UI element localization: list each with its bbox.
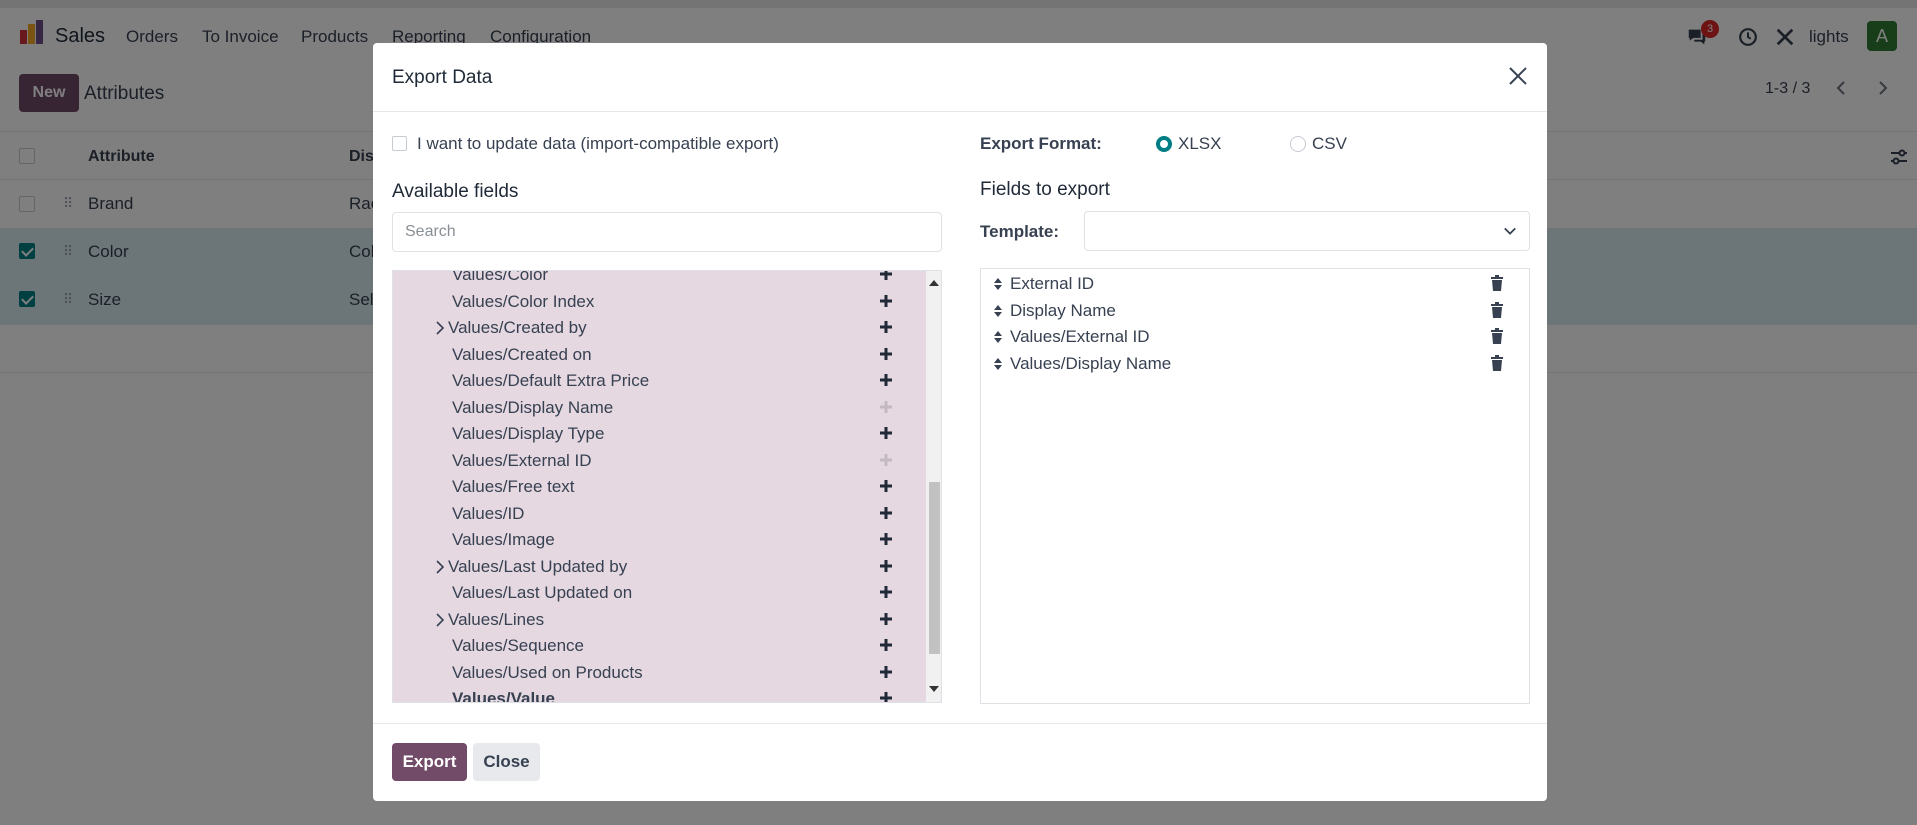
export-field-row[interactable]: Display Name bbox=[981, 298, 1529, 324]
field-row[interactable]: Values/Free text bbox=[393, 474, 926, 500]
field-label: Values/Created on bbox=[452, 344, 592, 364]
chevron-right-icon[interactable] bbox=[434, 611, 446, 629]
export-field-label: Values/Display Name bbox=[1010, 353, 1172, 373]
reorder-icon[interactable] bbox=[993, 276, 1003, 292]
field-label: Values/Last Updated on bbox=[452, 583, 633, 602]
trash-icon[interactable] bbox=[1490, 301, 1504, 318]
add-field-icon[interactable] bbox=[878, 270, 894, 282]
field-row[interactable]: Values/Sequence bbox=[393, 633, 926, 659]
field-row[interactable]: Values/Default Extra Price bbox=[393, 368, 926, 394]
field-label: Values/Color Index bbox=[452, 291, 595, 311]
field-row[interactable]: Values/Display Type bbox=[393, 421, 926, 447]
add-field-icon[interactable] bbox=[878, 584, 894, 600]
scroll-down-icon[interactable] bbox=[929, 685, 939, 693]
chevron-right-icon[interactable] bbox=[434, 558, 446, 576]
format-csv-label[interactable]: CSV bbox=[1312, 134, 1347, 154]
field-label: Values/Default Extra Price bbox=[452, 371, 650, 390]
field-row[interactable]: Values/Lines bbox=[393, 607, 926, 633]
chevron-right-icon[interactable] bbox=[434, 319, 446, 337]
add-field-icon[interactable] bbox=[878, 505, 894, 521]
add-field-icon[interactable] bbox=[878, 558, 894, 574]
field-row[interactable]: Values/Image bbox=[393, 527, 926, 553]
modal-footer bbox=[373, 723, 1547, 801]
close-icon[interactable] bbox=[1505, 63, 1531, 89]
format-csv-radio[interactable] bbox=[1290, 136, 1306, 152]
export-field-label: Display Name bbox=[1010, 300, 1116, 320]
trash-icon[interactable] bbox=[1490, 275, 1504, 291]
add-field-icon[interactable] bbox=[878, 319, 894, 335]
trash-icon[interactable] bbox=[1490, 328, 1504, 344]
field-label: Values/External ID bbox=[452, 450, 592, 470]
field-row[interactable]: Values/Last Updated by bbox=[393, 554, 926, 580]
close-button[interactable]: Close bbox=[473, 743, 540, 781]
export-data-dialog: Export Data I want to update data (impor… bbox=[373, 43, 1547, 801]
export-field-label: Values/External ID bbox=[1010, 327, 1150, 346]
add-field-icon[interactable] bbox=[878, 399, 894, 415]
format-xlsx-radio[interactable] bbox=[1156, 136, 1172, 152]
export-format-label: Export Format: bbox=[980, 134, 1102, 153]
field-label: Values/ID bbox=[452, 503, 525, 523]
reorder-icon[interactable] bbox=[993, 356, 1003, 372]
field-row[interactable]: Values/Color bbox=[393, 270, 926, 288]
export-button[interactable]: Export bbox=[392, 743, 467, 781]
format-xlsx-label[interactable]: XLSX bbox=[1178, 134, 1221, 154]
import-compatible-label[interactable]: I want to update data (import-compatible… bbox=[417, 134, 779, 154]
field-row[interactable]: Values/Used on Products bbox=[393, 660, 926, 686]
template-label: Template: bbox=[980, 222, 1060, 241]
modal-title: Export Data bbox=[392, 67, 493, 88]
field-label: Values/Display Type bbox=[452, 424, 605, 443]
scroll-up-icon[interactable] bbox=[929, 279, 939, 287]
scroll-thumb[interactable] bbox=[929, 482, 940, 654]
add-field-icon[interactable] bbox=[878, 690, 894, 703]
field-row[interactable]: Values/Value bbox=[393, 686, 926, 703]
export-field-row[interactable]: External ID bbox=[981, 271, 1529, 297]
add-field-icon[interactable] bbox=[878, 346, 894, 362]
trash-icon[interactable] bbox=[1490, 354, 1504, 371]
reorder-icon[interactable] bbox=[993, 329, 1003, 345]
search-input[interactable] bbox=[392, 212, 942, 252]
tree-content: Values/Color Values/Color Index Values/Cre… bbox=[393, 271, 926, 702]
field-row[interactable]: Values/External ID bbox=[393, 448, 926, 474]
field-row[interactable]: Values/Created by bbox=[393, 315, 926, 341]
field-row[interactable]: Values/Color Index bbox=[393, 289, 926, 315]
fields-to-export-title: Fields to export bbox=[980, 179, 1110, 200]
field-row[interactable]: Values/Last Updated on bbox=[393, 580, 926, 606]
add-field-icon[interactable] bbox=[878, 664, 894, 680]
field-row[interactable]: Values/ID bbox=[393, 501, 926, 527]
field-label: Values/Created by bbox=[448, 318, 587, 337]
field-row[interactable]: Values/Display Name bbox=[393, 395, 926, 421]
add-field-icon[interactable] bbox=[878, 637, 894, 653]
field-label: Values/Value bbox=[452, 689, 556, 703]
template-select[interactable] bbox=[1084, 211, 1530, 251]
export-field-label: External ID bbox=[1010, 274, 1095, 293]
export-field-row[interactable]: Values/Display Name bbox=[981, 351, 1529, 377]
chevron-down-icon bbox=[1504, 227, 1516, 235]
tree-scrollbar[interactable] bbox=[926, 271, 941, 702]
add-field-icon[interactable] bbox=[878, 425, 894, 441]
field-label: Values/Lines bbox=[448, 609, 545, 629]
add-field-icon[interactable] bbox=[878, 531, 894, 547]
export-field-row[interactable]: Values/External ID bbox=[981, 324, 1529, 350]
add-field-icon[interactable] bbox=[878, 478, 894, 494]
available-fields-tree[interactable]: Values/Color Values/Color Index Values/Cre… bbox=[392, 270, 942, 703]
field-label: Values/Free text bbox=[452, 477, 575, 496]
add-field-icon[interactable] bbox=[878, 293, 894, 309]
field-label: Values/Color bbox=[452, 270, 549, 284]
field-label: Values/Used on Products bbox=[452, 662, 643, 682]
field-label: Values/Display Name bbox=[452, 397, 614, 417]
add-field-icon[interactable] bbox=[878, 611, 894, 627]
add-field-icon[interactable] bbox=[878, 452, 894, 468]
available-fields-title: Available fields bbox=[392, 181, 519, 202]
import-compatible-checkbox[interactable] bbox=[392, 136, 407, 151]
add-field-icon[interactable] bbox=[878, 372, 894, 388]
modal-header: Export Data bbox=[373, 43, 1547, 112]
field-label: Values/Sequence bbox=[452, 636, 585, 655]
field-row[interactable]: Values/Created on bbox=[393, 342, 926, 368]
fields-to-export-list[interactable]: External ID Display Name Values/External I… bbox=[980, 268, 1530, 704]
field-label: Values/Image bbox=[452, 530, 555, 549]
field-label: Values/Last Updated by bbox=[448, 556, 628, 576]
reorder-icon[interactable] bbox=[993, 303, 1003, 319]
